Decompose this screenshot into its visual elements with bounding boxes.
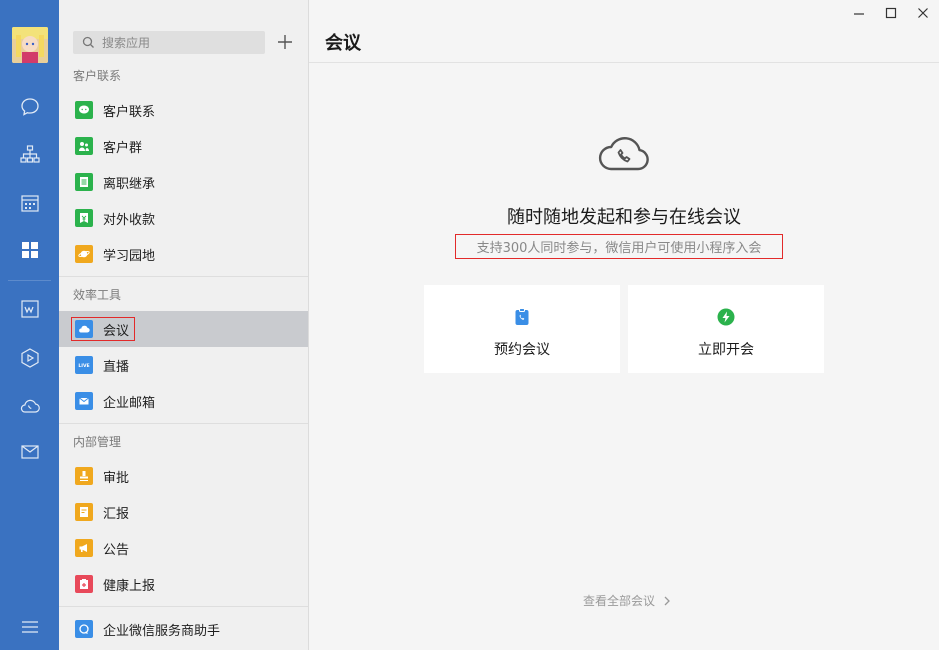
- item-label: 直播: [103, 359, 130, 375]
- app-item-payment[interactable]: 对外收款: [59, 201, 308, 235]
- meeting-icon: [75, 320, 93, 338]
- group-divider: [59, 423, 308, 424]
- left-rail: [0, 0, 59, 650]
- app-item-resignation[interactable]: 离职继承: [59, 165, 308, 199]
- avatar[interactable]: [12, 27, 48, 63]
- headline: 随时随地发起和参与在线会议: [507, 207, 741, 228]
- view-all-label: 查看全部会议: [583, 594, 656, 608]
- card-label: 预约会议: [494, 342, 550, 358]
- mail-icon: [75, 392, 93, 410]
- app-item-approval[interactable]: 审批: [59, 459, 308, 493]
- item-label: 健康上报: [103, 578, 156, 594]
- item-label: 企业邮箱: [103, 395, 156, 411]
- minimize-icon: [854, 13, 864, 15]
- item-label: 学习园地: [103, 248, 156, 264]
- report-icon: [75, 503, 93, 521]
- close-button[interactable]: [914, 4, 932, 22]
- schedule-meeting-button[interactable]: 预约会议: [424, 285, 620, 373]
- app-item-health-report[interactable]: 健康上报: [59, 567, 308, 601]
- drive-icon[interactable]: [0, 338, 59, 378]
- app-item-customer-group[interactable]: 客户群: [59, 129, 308, 163]
- start-meeting-button[interactable]: 立即开会: [628, 285, 824, 373]
- page-title: 会议: [325, 33, 361, 54]
- app-item-announcement[interactable]: 公告: [59, 531, 308, 565]
- search-box[interactable]: 搜索应用: [73, 31, 265, 54]
- app-item-learning[interactable]: 学习园地: [59, 237, 308, 271]
- rail-divider: [8, 280, 51, 281]
- bolt-icon: [717, 308, 735, 326]
- minimize-button[interactable]: [850, 4, 868, 22]
- plus-icon: [278, 35, 292, 49]
- planet-icon: [75, 245, 93, 263]
- item-label: 审批: [103, 470, 130, 486]
- cloud-phone-icon: [598, 137, 649, 171]
- maximize-icon: [885, 7, 897, 19]
- health-icon: [75, 575, 93, 593]
- assistant-icon: [75, 620, 93, 638]
- search-input[interactable]: 搜索应用: [102, 34, 150, 51]
- group-title: 效率工具: [73, 288, 122, 302]
- item-label: 对外收款: [103, 212, 156, 228]
- item-label: 离职继承: [103, 176, 156, 192]
- search-icon: [82, 36, 94, 48]
- calendar-icon[interactable]: [0, 183, 59, 223]
- group-divider: [59, 606, 308, 607]
- item-label: 汇报: [103, 506, 130, 522]
- close-icon: [918, 8, 928, 18]
- item-label: 会议: [103, 323, 130, 339]
- group-title: 内部管理: [73, 435, 122, 449]
- org-chart-icon[interactable]: [0, 134, 59, 174]
- mail-icon[interactable]: [0, 432, 59, 472]
- doc-icon: [75, 173, 93, 191]
- apps-icon[interactable]: [0, 230, 59, 270]
- schedule-icon: [515, 308, 529, 325]
- meeting-icon[interactable]: [0, 386, 59, 426]
- subline: 支持300人同时参与，微信用户可使用小程序入会: [476, 241, 762, 256]
- card-label: 立即开会: [698, 342, 754, 358]
- app-item-report[interactable]: 汇报: [59, 495, 308, 529]
- group-divider: [59, 276, 308, 277]
- item-label: 客户联系: [103, 104, 156, 120]
- title-bar: 会议: [309, 0, 939, 63]
- subline-highlight: 支持300人同时参与，微信用户可使用小程序入会: [455, 234, 783, 259]
- svg-text:LIVE: LIVE: [78, 363, 89, 369]
- item-label: 企业微信服务商助手: [103, 623, 221, 639]
- item-label: 客户群: [103, 140, 143, 156]
- app-item-service-assistant[interactable]: 企业微信服务商助手: [59, 612, 308, 646]
- add-button[interactable]: [275, 32, 295, 52]
- app-item-meeting[interactable]: 会议: [59, 311, 308, 347]
- maximize-button[interactable]: [882, 4, 900, 22]
- app-item-live[interactable]: LIVE 直播: [59, 348, 308, 382]
- app-list-panel: 搜索应用 客户联系 客户联系 客户群 离职继承 对外收款 学习园地 效率工具 会…: [59, 0, 309, 650]
- payment-icon: [75, 209, 93, 227]
- live-icon: LIVE: [75, 356, 93, 374]
- group-icon: [75, 137, 93, 155]
- megaphone-icon: [75, 539, 93, 557]
- wechat-icon: [75, 101, 93, 119]
- chevron-right-icon: [664, 596, 670, 605]
- group-title: 客户联系: [73, 69, 122, 83]
- chat-icon[interactable]: [0, 87, 59, 127]
- item-label: 公告: [103, 542, 130, 558]
- main-content: 会议 随时随地发起和参与在线会议 支持300人同时参与，微信用户可使用小程序入会…: [309, 0, 939, 650]
- document-icon[interactable]: [0, 289, 59, 329]
- meeting-highlight: 会议: [71, 317, 136, 341]
- app-item-enterprise-mail[interactable]: 企业邮箱: [59, 384, 308, 418]
- menu-icon[interactable]: [0, 607, 59, 647]
- app-item-customer-contact[interactable]: 客户联系: [59, 93, 308, 127]
- view-all-meetings-link[interactable]: 查看全部会议: [583, 592, 671, 609]
- stamp-icon: [75, 467, 93, 485]
